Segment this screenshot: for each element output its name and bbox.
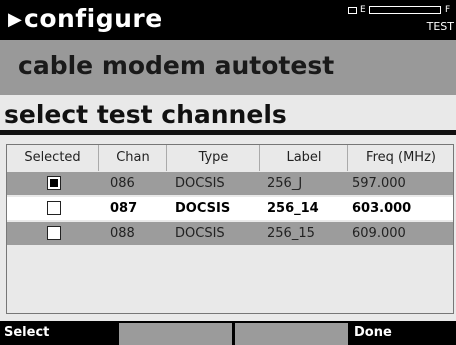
title-bar: ▶ configure E F TEST bbox=[0, 0, 456, 40]
label-cell: 256_15 bbox=[267, 226, 315, 241]
table-header: Selected Chan Type Label Freq (MHz) bbox=[7, 145, 453, 171]
chan-cell: 088 bbox=[110, 226, 135, 241]
column-header-freq: Freq (MHz) bbox=[347, 145, 454, 171]
battery-indicator: E F bbox=[348, 5, 450, 16]
done-softkey[interactable]: Done bbox=[350, 321, 456, 345]
column-header-selected: Selected bbox=[24, 150, 81, 165]
freq-cell: 603.000 bbox=[352, 201, 412, 216]
table-row[interactable]: 086 DOCSIS 256_J 597.000 bbox=[7, 172, 453, 195]
freq-cell: 609.000 bbox=[352, 226, 406, 241]
softkey-2[interactable] bbox=[119, 323, 232, 345]
menu-arrow-icon: ▶ bbox=[8, 9, 22, 30]
section-divider bbox=[0, 130, 456, 135]
battery-full-label: F bbox=[445, 5, 451, 15]
row-select-checkbox[interactable] bbox=[47, 201, 61, 215]
channel-table: Selected Chan Type Label Freq (MHz) 086 … bbox=[6, 144, 454, 314]
section-title: select test channels bbox=[4, 100, 287, 129]
column-header-chan: Chan bbox=[98, 145, 167, 171]
freq-cell: 597.000 bbox=[352, 176, 406, 191]
subheader-title: cable modem autotest bbox=[18, 51, 335, 80]
table-row[interactable]: 087 DOCSIS 256_14 603.000 bbox=[7, 197, 453, 220]
row-select-checkbox[interactable] bbox=[47, 176, 61, 190]
row-select-checkbox[interactable] bbox=[47, 226, 61, 240]
softkey-bar: Select Done bbox=[0, 321, 456, 345]
battery-plug-icon bbox=[348, 7, 357, 14]
label-cell: 256_14 bbox=[267, 201, 319, 216]
section-header: select test channels bbox=[0, 95, 456, 137]
chan-cell: 087 bbox=[110, 201, 138, 216]
column-header-label: Label bbox=[259, 145, 348, 171]
mode-label: TEST bbox=[426, 20, 454, 33]
chan-cell: 086 bbox=[110, 176, 135, 191]
subheader: cable modem autotest bbox=[0, 40, 456, 95]
battery-level-bar bbox=[369, 6, 441, 14]
type-cell: DOCSIS bbox=[175, 176, 225, 191]
label-cell: 256_J bbox=[267, 176, 303, 191]
battery-empty-label: E bbox=[360, 5, 366, 15]
column-header-type: Type bbox=[166, 145, 260, 171]
select-softkey[interactable]: Select bbox=[0, 321, 117, 345]
table-row[interactable]: 088 DOCSIS 256_15 609.000 bbox=[7, 222, 453, 245]
page-title: configure bbox=[24, 4, 163, 33]
softkey-3[interactable] bbox=[235, 323, 348, 345]
type-cell: DOCSIS bbox=[175, 226, 225, 241]
type-cell: DOCSIS bbox=[175, 201, 231, 216]
